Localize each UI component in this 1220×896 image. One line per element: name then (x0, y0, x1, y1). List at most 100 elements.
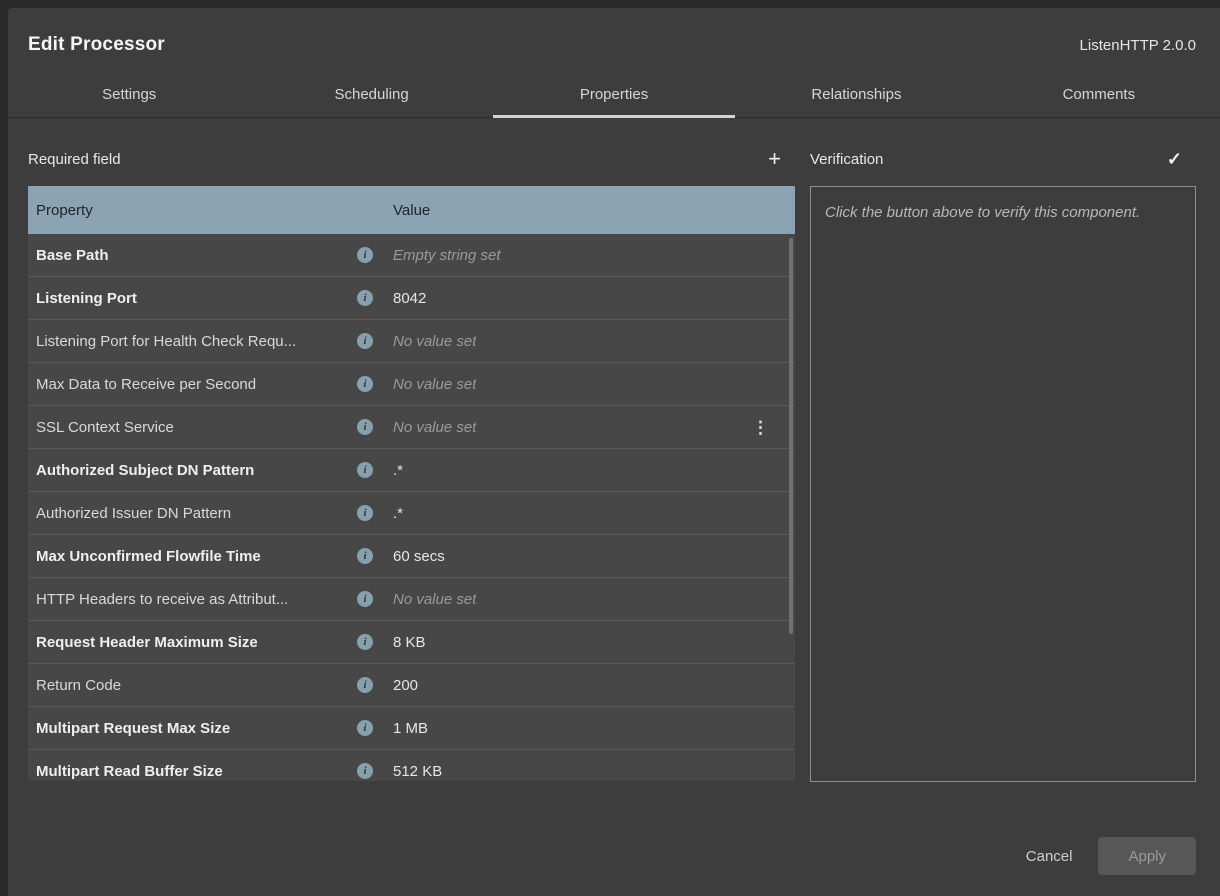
table-row[interactable]: Request Header Maximum Size i 8 KB ⋮ (28, 621, 795, 664)
property-cell: Base Path i (28, 247, 373, 264)
property-value: .* (393, 505, 403, 522)
table-row[interactable]: Return Code i 200 ⋮ (28, 664, 795, 707)
table-row[interactable]: Listening Port i 8042 ⋮ (28, 277, 795, 320)
required-field-label: Required field (28, 151, 121, 168)
column-header-value: Value (373, 202, 795, 219)
property-value: No value set (393, 591, 476, 608)
value-cell[interactable]: 8042 ⋮ (373, 290, 795, 307)
kebab-icon[interactable]: ⋮ (752, 419, 769, 436)
property-name: Multipart Read Buffer Size (36, 763, 351, 780)
property-cell: SSL Context Service i (28, 419, 373, 436)
property-name: Max Unconfirmed Flowfile Time (36, 548, 351, 565)
table-row[interactable]: Authorized Subject DN Pattern i .* ⋮ (28, 449, 795, 492)
table-row[interactable]: HTTP Headers to receive as Attribut... i… (28, 578, 795, 621)
value-cell[interactable]: .* ⋮ (373, 505, 795, 522)
add-property-button[interactable]: + (764, 148, 785, 170)
dialog-title: Edit Processor (28, 34, 165, 56)
value-cell[interactable]: No value set ⋮ (373, 333, 795, 350)
property-cell: Listening Port for Health Check Requ... … (28, 333, 373, 350)
property-cell: Max Unconfirmed Flowfile Time i (28, 548, 373, 565)
tab-settings[interactable]: Settings (8, 72, 250, 117)
check-icon: ✓ (1167, 149, 1182, 169)
value-cell[interactable]: Empty string set ⋮ (373, 247, 795, 264)
property-name: Multipart Request Max Size (36, 720, 351, 737)
value-cell[interactable]: No value set ⋮ (373, 591, 795, 608)
verify-button[interactable]: ✓ (1163, 150, 1186, 168)
property-value: 8 KB (393, 634, 426, 651)
property-cell: Listening Port i (28, 290, 373, 307)
info-icon[interactable]: i (357, 763, 373, 779)
property-value: Empty string set (393, 247, 501, 264)
verification-label: Verification (810, 151, 883, 168)
properties-section-header: Required field + (28, 146, 795, 172)
property-name: Request Header Maximum Size (36, 634, 351, 651)
info-icon[interactable]: i (357, 462, 373, 478)
verification-section: Verification ✓ Click the button above to… (810, 146, 1196, 830)
value-cell[interactable]: 200 ⋮ (373, 677, 795, 694)
verification-panel: Click the button above to verify this co… (810, 186, 1196, 782)
table-row[interactable]: Max Unconfirmed Flowfile Time i 60 secs … (28, 535, 795, 578)
processor-type-version: ListenHTTP 2.0.0 (1080, 37, 1196, 54)
column-header-property: Property (28, 202, 373, 219)
tab-relationships[interactable]: Relationships (735, 72, 977, 117)
property-cell: Return Code i (28, 677, 373, 694)
info-icon[interactable]: i (357, 591, 373, 607)
cancel-button[interactable]: Cancel (1026, 848, 1073, 865)
value-cell[interactable]: 1 MB ⋮ (373, 720, 795, 737)
property-name: Max Data to Receive per Second (36, 376, 351, 393)
table-row[interactable]: Base Path i Empty string set ⋮ (28, 234, 795, 277)
dialog-actions: Cancel Apply (8, 830, 1220, 896)
property-value: .* (393, 462, 403, 479)
properties-section: Required field + Property Value Base Pat… (28, 146, 795, 830)
info-icon[interactable]: i (357, 247, 373, 263)
value-cell[interactable]: 60 secs ⋮ (373, 548, 795, 565)
info-icon[interactable]: i (357, 376, 373, 392)
table-scrollbar[interactable] (789, 238, 793, 634)
dialog-header: Edit Processor ListenHTTP 2.0.0 (8, 8, 1220, 72)
properties-table: Property Value Base Path i Empty string … (28, 186, 795, 781)
info-icon[interactable]: i (357, 720, 373, 736)
plus-icon: + (768, 146, 781, 171)
table-row[interactable]: Authorized Issuer DN Pattern i .* ⋮ (28, 492, 795, 535)
property-name: Base Path (36, 247, 351, 264)
tab-comments[interactable]: Comments (978, 72, 1220, 117)
info-icon[interactable]: i (357, 634, 373, 650)
property-name: Authorized Issuer DN Pattern (36, 505, 351, 522)
table-row[interactable]: Multipart Read Buffer Size i 512 KB ⋮ (28, 750, 795, 781)
tab-scheduling[interactable]: Scheduling (250, 72, 492, 117)
apply-button[interactable]: Apply (1098, 837, 1196, 875)
table-row[interactable]: Multipart Request Max Size i 1 MB ⋮ (28, 707, 795, 750)
table-row[interactable]: SSL Context Service i No value set ⋮ (28, 406, 795, 449)
property-cell: Multipart Request Max Size i (28, 720, 373, 737)
value-cell[interactable]: No value set ⋮ (373, 419, 795, 436)
info-icon[interactable]: i (357, 290, 373, 306)
property-cell: Authorized Subject DN Pattern i (28, 462, 373, 479)
value-cell[interactable]: 512 KB ⋮ (373, 763, 795, 780)
value-cell[interactable]: No value set ⋮ (373, 376, 795, 393)
dialog-content: Required field + Property Value Base Pat… (8, 118, 1220, 830)
tab-properties[interactable]: Properties (493, 72, 735, 117)
value-cell[interactable]: .* ⋮ (373, 462, 795, 479)
property-cell: HTTP Headers to receive as Attribut... i (28, 591, 373, 608)
property-name: Listening Port for Health Check Requ... (36, 333, 351, 350)
info-icon[interactable]: i (357, 333, 373, 349)
info-icon[interactable]: i (357, 505, 373, 521)
table-row[interactable]: Max Data to Receive per Second i No valu… (28, 363, 795, 406)
property-name: HTTP Headers to receive as Attribut... (36, 591, 351, 608)
property-name: SSL Context Service (36, 419, 351, 436)
info-icon[interactable]: i (357, 677, 373, 693)
value-cell[interactable]: 8 KB ⋮ (373, 634, 795, 651)
property-value: No value set (393, 333, 476, 350)
table-header-row: Property Value (28, 186, 795, 234)
property-name: Listening Port (36, 290, 351, 307)
property-value: No value set (393, 376, 476, 393)
property-value: 8042 (393, 290, 426, 307)
tab-bar: Settings Scheduling Properties Relations… (8, 72, 1220, 118)
property-value: 1 MB (393, 720, 428, 737)
table-row[interactable]: Listening Port for Health Check Requ... … (28, 320, 795, 363)
property-name: Return Code (36, 677, 351, 694)
info-icon[interactable]: i (357, 419, 373, 435)
info-icon[interactable]: i (357, 548, 373, 564)
property-cell: Request Header Maximum Size i (28, 634, 373, 651)
property-value: 200 (393, 677, 418, 694)
